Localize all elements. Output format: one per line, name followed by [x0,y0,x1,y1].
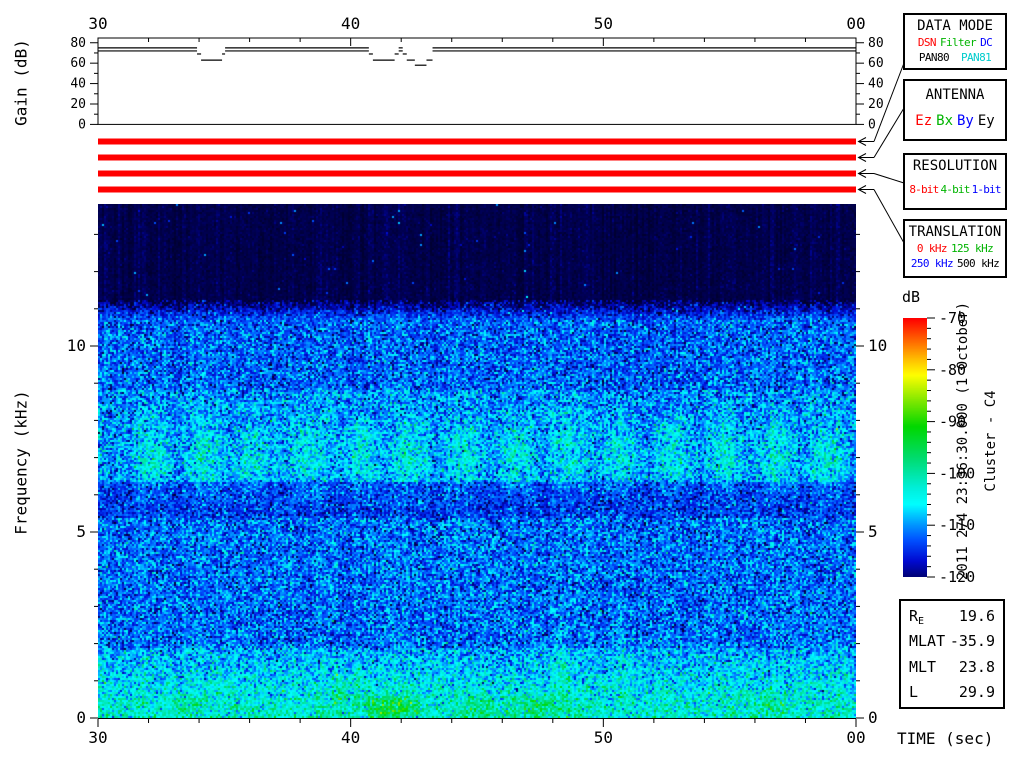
svg-text:80: 80 [868,36,884,51]
ephemeris-row-re: RE 19.6 [909,607,995,627]
resolution-options: 8-bit 4-bit 1-bit [905,183,1005,196]
translation-panel: TRANSLATION 0 kHz 125 kHz 250 kHz 500 kHz [903,219,1007,278]
gain-trace [98,47,856,66]
option-125-khz: 125 kHz [950,242,994,255]
translation-title: TRANSLATION [908,224,1002,240]
colorbar-db-label: dB [902,288,921,306]
translation-options: 0 kHz 125 kHz 250 kHz 500 kHz [905,242,1005,270]
mlat-value: -35.9 [949,632,995,651]
gain-axes: 30 40 50 000 020 2040 4060 6080 80 [70,14,883,132]
option-pan80: PAN80 [918,51,950,64]
l-value: 29.9 [958,682,995,701]
svg-text:00: 00 [846,728,865,747]
option-500-khz: 500 kHz [957,257,1000,270]
antenna-options: Ez Bx By Ey [905,113,1005,129]
option-4-bit: 4-bit [940,183,970,196]
option-1-bit: 1-bit [971,183,1002,196]
resolution-title: RESOLUTION [912,158,998,174]
svg-text:10: 10 [868,336,887,355]
svg-text:0: 0 [868,708,878,727]
option-ez: Ez [915,113,933,129]
time-axis-title: TIME (sec) [897,729,994,748]
svg-text:60: 60 [70,56,86,71]
svg-text:0: 0 [868,117,876,132]
option-row: Ez Bx By Ey [905,113,1005,129]
option-row: 250 kHz 500 kHz [905,257,1005,270]
re-value: 19.6 [958,607,995,625]
option-dsn: DSN [917,36,937,49]
mode-bar-translation [98,186,856,193]
svg-text:0: 0 [76,708,86,727]
svg-text:0: 0 [78,117,86,132]
ephemeris-row-l: L 29.9 [909,682,995,701]
svg-text:00: 00 [846,14,865,33]
mode-bar-antenna [98,154,856,161]
frequency-y-axis-title: Frequency (kHz) [11,390,31,535]
gain-y-axis-title: Gain (dB) [11,39,31,126]
svg-text:80: 80 [70,36,86,51]
svg-text:5: 5 [76,522,86,541]
ephemeris-box: RE 19.6 MLAT -35.9 MLT 23.8 L 29.9 [899,599,1005,709]
option-ey: Ey [977,113,995,129]
svg-text:10: 10 [67,336,86,355]
svg-text:40: 40 [70,77,86,92]
data-mode-options: DSN Filter DC PAN80 PAN81 [905,36,1005,64]
option-row: DSN Filter DC [905,36,1005,49]
svg-text:20: 20 [70,97,86,112]
svg-text:20: 20 [868,97,884,112]
resolution-panel: RESOLUTION 8-bit 4-bit 1-bit [903,153,1007,210]
option-250-khz: 250 kHz [910,257,954,270]
ephemeris-row-mlt: MLT 23.8 [909,657,995,676]
svg-text:40: 40 [341,728,360,747]
svg-text:40: 40 [341,14,360,33]
ephemeris-row-mlat: MLAT -35.9 [909,632,995,651]
option-bx: Bx [936,113,953,129]
mlt-value: 23.8 [958,657,995,676]
mode-bars [98,138,856,193]
wbd-spectrogram-page: Gain (dB) Frequency (kHz) 30 40 50 00 0 0 20 20… [0,0,1024,768]
option-pan81: PAN81 [961,51,992,64]
option-8-bit: 8-bit [909,183,939,196]
connector-arrows [857,62,905,244]
svg-text:30: 30 [88,728,107,747]
svg-text:50: 50 [594,728,613,747]
option-by: By [957,113,974,129]
option-row: PAN80 PAN81 [905,51,1005,64]
svg-text:5: 5 [868,522,878,541]
svg-text:40: 40 [868,77,884,92]
colorbar-gradient [903,318,927,577]
mode-bar-resolution [98,170,856,177]
data-mode-panel: DATA MODE DSN Filter DC PAN80 PAN81 [903,13,1007,70]
svg-text:60: 60 [868,56,884,71]
data-mode-title: DATA MODE [917,18,993,34]
timestamp-label: 2011 274 23:36:30.000 (1 October) [955,301,971,581]
option-row: 8-bit 4-bit 1-bit [905,183,1005,196]
spectrogram-canvas [98,204,856,718]
option-0-khz: 0 kHz [916,242,948,255]
option-dc: DC [980,36,993,49]
svg-text:50: 50 [594,14,613,33]
option-row: 0 kHz 125 kHz [905,242,1005,255]
spacecraft-label: Cluster - C4 [983,390,999,492]
antenna-panel: ANTENNA Ez Bx By Ey [903,79,1007,141]
mode-bar-data-mode [98,138,856,145]
svg-text:30: 30 [88,14,107,33]
antenna-title: ANTENNA [925,87,985,103]
option-filter: Filter [939,36,977,49]
